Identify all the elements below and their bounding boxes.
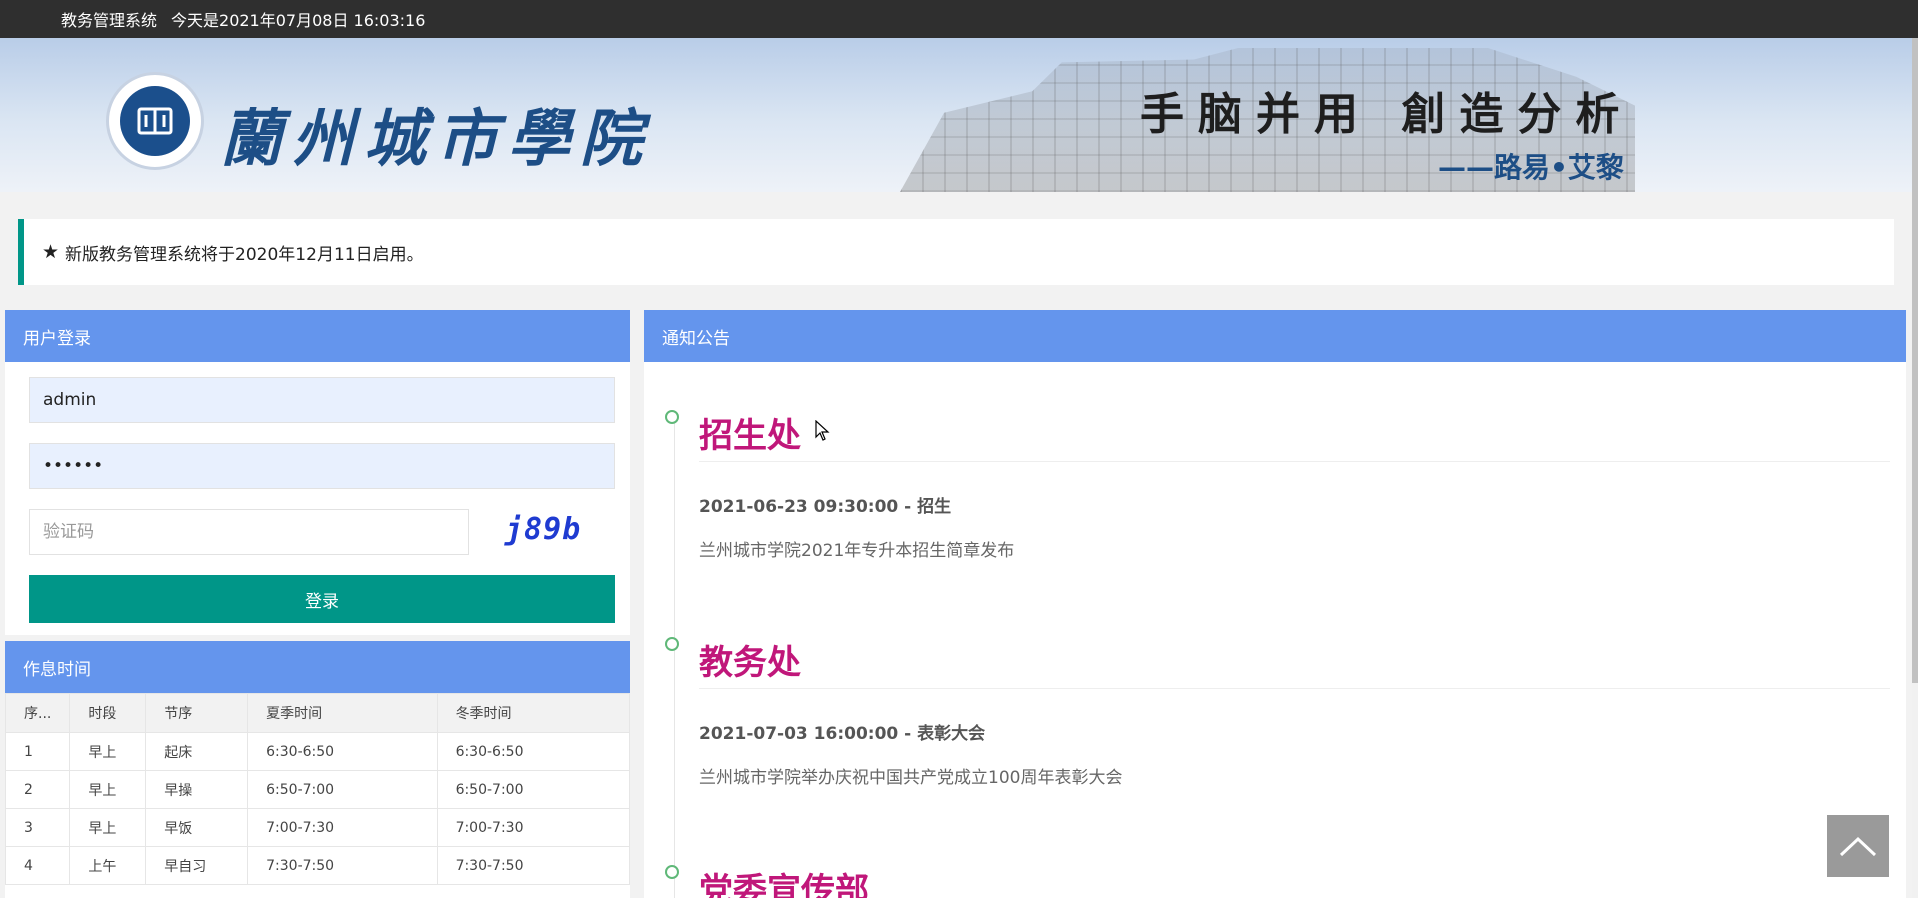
timeline-dot-icon <box>665 410 679 424</box>
captcha-image[interactable]: j89b <box>505 512 581 547</box>
table-cell: 上午 <box>69 846 147 885</box>
table-cell: 7:00-7:30 <box>436 808 630 847</box>
schedule-panel-header: 作息时间 <box>5 641 630 693</box>
announcement-department[interactable]: 招生处 <box>699 408 801 457</box>
login-button[interactable]: 登录 <box>29 575 615 623</box>
notice-text: 新版教务管理系统将于2020年12月11日启用。 <box>65 244 424 265</box>
table-cell: 4 <box>5 846 71 885</box>
table-cell: 2 <box>5 770 71 809</box>
table-cell: 7:30-7:50 <box>436 846 630 885</box>
table-cell: 起床 <box>145 732 249 771</box>
mouse-cursor-icon <box>815 420 830 441</box>
table-row: 1 早上 起床 6:30-6:50 6:30-6:50 <box>5 732 630 771</box>
school-motto: 手脑并用 創造分析 <box>1140 89 1634 140</box>
captcha-input[interactable] <box>29 509 469 555</box>
table-cell: 早上 <box>69 808 147 847</box>
divider <box>699 461 1890 462</box>
announcements-timeline: 招生处 2021-06-23 09:30:00 - 招生 兰州城市学院2021年… <box>644 362 1906 898</box>
table-row: 2 早上 早操 6:50-7:00 6:50-7:00 <box>5 770 630 809</box>
table-cell: 早操 <box>145 770 249 809</box>
schedule-table-container: 序... 时段 节序 夏季时间 冬季时间 1 早上 起床 6:30-6:50 6… <box>5 693 630 898</box>
timeline-dot-icon <box>665 865 679 879</box>
announcement-department[interactable]: 党委宣传部 <box>699 863 869 898</box>
table-cell: 6:30-6:50 <box>247 732 438 771</box>
schedule-table: 序... 时段 节序 夏季时间 冬季时间 1 早上 起床 6:30-6:50 6… <box>5 693 630 885</box>
column-header-winter-time[interactable]: 冬季时间 <box>436 693 630 733</box>
announcements-panel-header: 通知公告 <box>644 310 1906 362</box>
table-cell: 6:50-7:00 <box>436 770 630 809</box>
table-cell: 早饭 <box>145 808 249 847</box>
schedule-panel-title: 作息时间 <box>23 659 91 680</box>
login-panel-title: 用户登录 <box>23 328 91 349</box>
table-cell: 6:30-6:50 <box>436 732 630 771</box>
announcement-description[interactable]: 兰州城市学院2021年专升本招生简章发布 <box>699 536 1014 561</box>
system-name: 教务管理系统 <box>61 11 158 30</box>
table-cell: 7:30-7:50 <box>247 846 438 885</box>
school-logo <box>106 72 204 170</box>
current-datetime: 今天是2021年07月08日 16:03:16 <box>171 11 426 30</box>
announcement-department[interactable]: 教务处 <box>699 635 801 684</box>
table-row: 3 早上 早饭 7:00-7:30 7:00-7:30 <box>5 808 630 847</box>
divider <box>699 688 1890 689</box>
announcements-panel-title: 通知公告 <box>662 328 730 349</box>
announcement-meta: 2021-07-03 16:00:00 - 表彰大会 <box>699 724 986 744</box>
column-header-summer-time[interactable]: 夏季时间 <box>247 693 438 733</box>
password-input[interactable] <box>29 443 615 489</box>
username-input[interactable] <box>29 377 615 423</box>
column-header-period[interactable]: 时段 <box>69 693 147 733</box>
column-header-session[interactable]: 节序 <box>145 693 249 733</box>
table-cell: 早上 <box>69 770 147 809</box>
announcement-meta: 2021-06-23 09:30:00 - 招生 <box>699 497 952 517</box>
school-name: 蘭州城市學院 <box>220 102 653 175</box>
top-bar: 教务管理系统 今天是2021年07月08日 16:03:16 <box>0 0 1918 38</box>
timeline-dot-icon <box>665 637 679 651</box>
timeline-line <box>674 422 675 898</box>
table-cell: 6:50-7:00 <box>247 770 438 809</box>
table-row: 4 上午 早自习 7:30-7:50 7:30-7:50 <box>5 846 630 885</box>
system-notice: ★ 新版教务管理系统将于2020年12月11日启用。 <box>18 219 1894 285</box>
table-cell: 3 <box>5 808 71 847</box>
table-cell: 早自习 <box>145 846 249 885</box>
header-banner: 蘭州城市學院 手脑并用 創造分析 ——路易•艾黎 <box>0 38 1912 192</box>
announcement-description[interactable]: 兰州城市学院举办庆祝中国共产党成立100周年表彰大会 <box>699 763 1122 788</box>
motto-author: ——路易•艾黎 <box>1438 151 1624 184</box>
table-cell: 1 <box>5 732 71 771</box>
star-icon: ★ <box>42 241 60 263</box>
table-header-row: 序... 时段 节序 夏季时间 冬季时间 <box>5 693 630 733</box>
table-cell: 7:00-7:30 <box>247 808 438 847</box>
book-icon <box>137 107 173 135</box>
chevron-up-icon <box>1839 836 1877 857</box>
table-cell: 早上 <box>69 732 147 771</box>
column-header-index[interactable]: 序... <box>5 693 71 733</box>
back-to-top-button[interactable] <box>1827 815 1889 877</box>
scrollbar-thumb[interactable] <box>1912 38 1918 683</box>
login-panel-header: 用户登录 <box>5 310 630 362</box>
login-form: j89b 登录 <box>5 362 630 635</box>
page-scrollbar[interactable] <box>1912 38 1918 898</box>
